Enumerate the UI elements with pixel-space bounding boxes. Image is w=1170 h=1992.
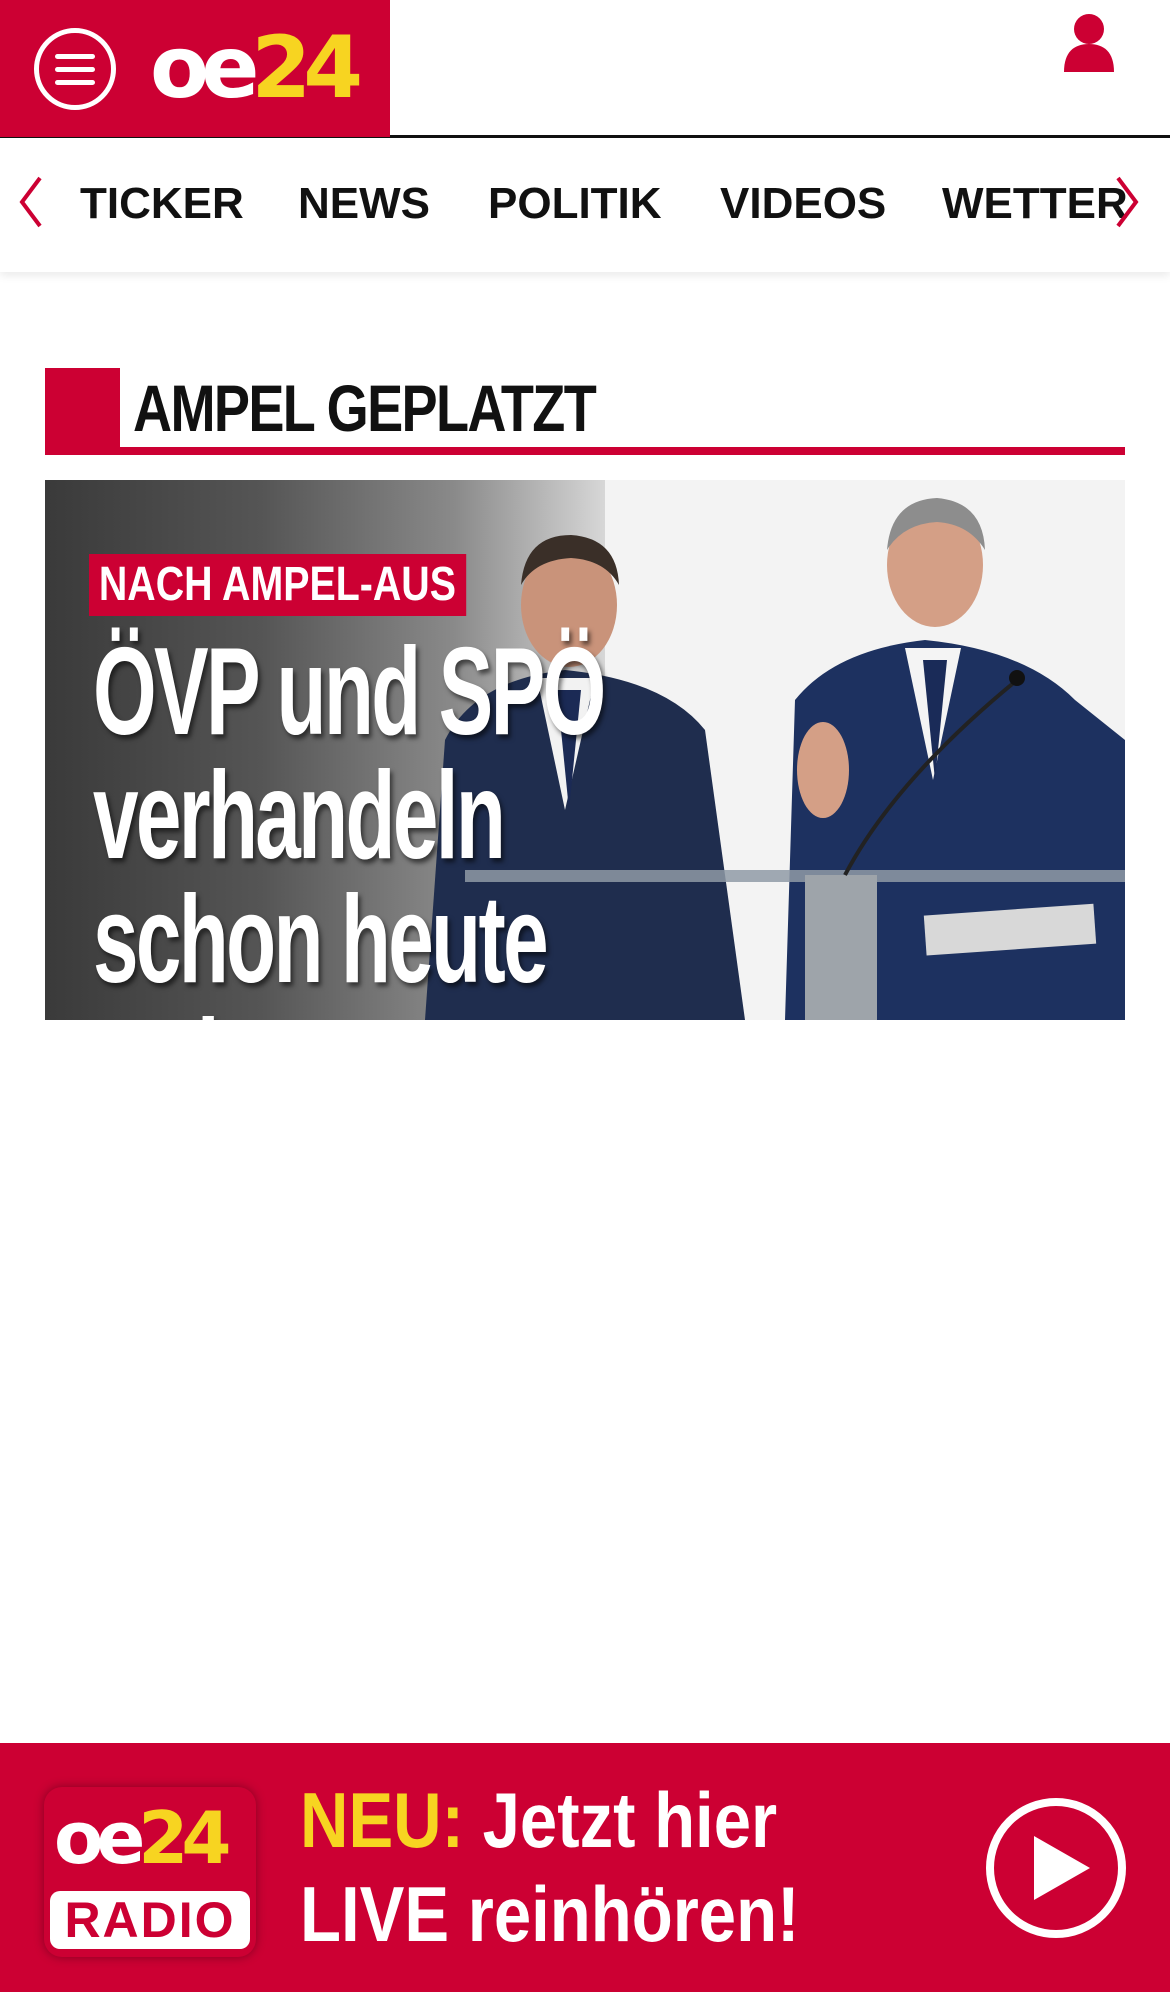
headline-line: verhandeln bbox=[93, 747, 506, 885]
logo-oe: oe bbox=[150, 18, 259, 118]
nav-item-politik[interactable]: POLITIK bbox=[488, 178, 662, 230]
article-headline: ÖVP und SPÖ verhandeln schon heute weite… bbox=[93, 630, 753, 1020]
radio-promo-text: NEU: Jetzt hier LIVE reinhören! bbox=[300, 1773, 799, 1961]
headline-line: ÖVP und SPÖ bbox=[93, 623, 606, 761]
radio-logo-oe: oe bbox=[54, 1796, 145, 1880]
menu-line bbox=[55, 66, 95, 72]
hero-article-teaser[interactable]: NACH AMPEL-AUS ÖVP und SPÖ verhandeln sc… bbox=[45, 480, 1125, 1020]
section-underline bbox=[45, 447, 1125, 455]
radio-logo-24: 24 bbox=[138, 1796, 231, 1880]
nav-item-news[interactable]: NEWS bbox=[298, 178, 430, 230]
radio-logo-wordmark: oe24 bbox=[54, 1795, 232, 1881]
oe24-logo[interactable]: oe 24 bbox=[150, 18, 363, 118]
section-marker bbox=[45, 368, 120, 455]
headline-line: schon heute weiter bbox=[93, 871, 549, 1020]
play-button[interactable] bbox=[986, 1798, 1126, 1938]
logo-24: 24 bbox=[251, 18, 363, 118]
radio-promo-line1: NEU: Jetzt hier bbox=[300, 1773, 799, 1867]
radio-live-banner[interactable]: oe24 RADIO NEU: Jetzt hier LIVE reinhöre… bbox=[0, 1743, 1170, 1992]
radio-promo-line1-rest: Jetzt hier bbox=[463, 1776, 778, 1864]
nav-item-ticker[interactable]: TICKER bbox=[80, 178, 244, 230]
chevron-left-icon[interactable] bbox=[16, 174, 46, 230]
menu-line bbox=[55, 53, 95, 59]
hamburger-menu-icon[interactable] bbox=[34, 28, 116, 110]
brand-block: oe 24 bbox=[0, 0, 390, 137]
section-title[interactable]: AMPEL GEPLATZT bbox=[133, 370, 597, 446]
user-account-icon[interactable] bbox=[1062, 12, 1116, 72]
menu-line bbox=[55, 79, 95, 85]
nav-item-wetter[interactable]: WETTER bbox=[942, 178, 1128, 230]
article-kicker: NACH AMPEL-AUS bbox=[89, 554, 466, 616]
section-heading: AMPEL GEPLATZT bbox=[45, 368, 1125, 455]
play-icon bbox=[1034, 1836, 1090, 1900]
chevron-right-icon[interactable] bbox=[1112, 174, 1142, 230]
category-nav: TICKER NEWS POLITIK VIDEOS WETTER bbox=[0, 138, 1170, 272]
top-header: oe 24 bbox=[0, 0, 1170, 138]
oe24-radio-logo: oe24 RADIO bbox=[44, 1787, 256, 1957]
nav-item-videos[interactable]: VIDEOS bbox=[720, 178, 886, 230]
radio-logo-label: RADIO bbox=[50, 1891, 250, 1949]
radio-promo-line2: LIVE reinhören! bbox=[300, 1870, 800, 1958]
radio-neu-label: NEU: bbox=[300, 1776, 464, 1864]
